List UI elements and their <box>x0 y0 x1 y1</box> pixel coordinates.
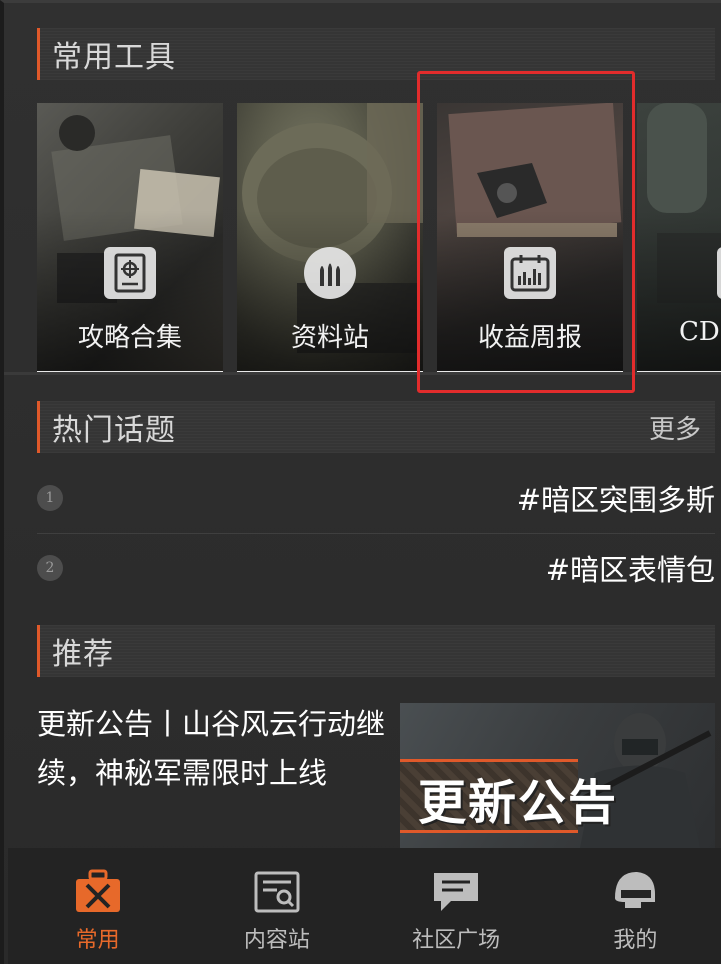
topic-row[interactable]: 1 #暗区突围多斯 <box>37 465 715 531</box>
nav-tab-common[interactable]: 常用 <box>8 848 187 964</box>
recommend-section-title: 推荐 <box>52 637 114 672</box>
tool-label: 资料站 <box>290 323 369 353</box>
nav-label: 常用 <box>75 928 120 953</box>
tool-label: CDK <box>679 317 721 347</box>
tools-section-header: 常用工具 <box>37 28 715 80</box>
calendar-chart-icon <box>504 247 556 299</box>
topic-row[interactable]: 2 #暗区表情包 <box>37 535 715 601</box>
topic-text: #暗区表情包 <box>545 553 715 587</box>
more-topics-link[interactable]: 更多 <box>649 409 701 446</box>
nav-label: 社区广场 <box>412 928 501 953</box>
topic-rank: 1 <box>37 485 63 511</box>
topic-rank: 2 <box>37 555 63 581</box>
tool-card-database[interactable]: 资料站 <box>237 103 423 375</box>
tool-card-guides[interactable]: 攻略合集 <box>37 103 223 375</box>
topics-section-title: 热门话题 <box>52 413 176 448</box>
helmet-icon <box>609 868 661 916</box>
tool-card-weekly-report[interactable]: 收益周报 <box>437 103 623 375</box>
content-search-icon <box>251 868 303 916</box>
thumbnail-text: 更新公告 <box>418 775 619 831</box>
tool-card-cdk[interactable]: CDK <box>637 103 721 375</box>
tools-carousel[interactable]: 攻略合集 资料站 收益周报 CD <box>37 103 721 375</box>
document-target-icon <box>104 247 156 299</box>
recommend-section-header: 推荐 <box>37 625 715 677</box>
carousel-scrollbar[interactable] <box>4 372 721 375</box>
article-thumbnail[interactable]: 更新公告 <box>400 703 715 848</box>
toolbox-icon <box>72 868 124 916</box>
divider <box>37 533 715 534</box>
bottom-navigation: 常用 内容站 社区广场 我的 <box>8 848 721 964</box>
topics-section-header: 热门话题 更多 <box>37 401 715 453</box>
nav-tab-profile[interactable]: 我的 <box>546 848 721 964</box>
nav-label: 我的 <box>613 928 658 953</box>
gift-box-icon <box>717 247 721 299</box>
article-title[interactable]: 更新公告丨山谷风云行动继续，神秘军需限时上线 <box>37 700 387 798</box>
tools-section-title: 常用工具 <box>52 40 176 75</box>
chat-bubble-icon <box>430 868 482 916</box>
topic-text: #暗区突围多斯 <box>516 483 715 517</box>
nav-tab-content[interactable]: 内容站 <box>187 848 366 964</box>
tool-label: 收益周报 <box>477 323 582 353</box>
bullets-icon <box>304 247 356 299</box>
nav-label: 内容站 <box>243 928 310 953</box>
tool-label: 攻略合集 <box>77 323 182 353</box>
app-screen: 常用工具 攻略合集 资料站 收益周报 CD 热门话题 更多 1 #暗区突围多斯 … <box>0 0 721 964</box>
nav-tab-community[interactable]: 社区广场 <box>367 848 546 964</box>
